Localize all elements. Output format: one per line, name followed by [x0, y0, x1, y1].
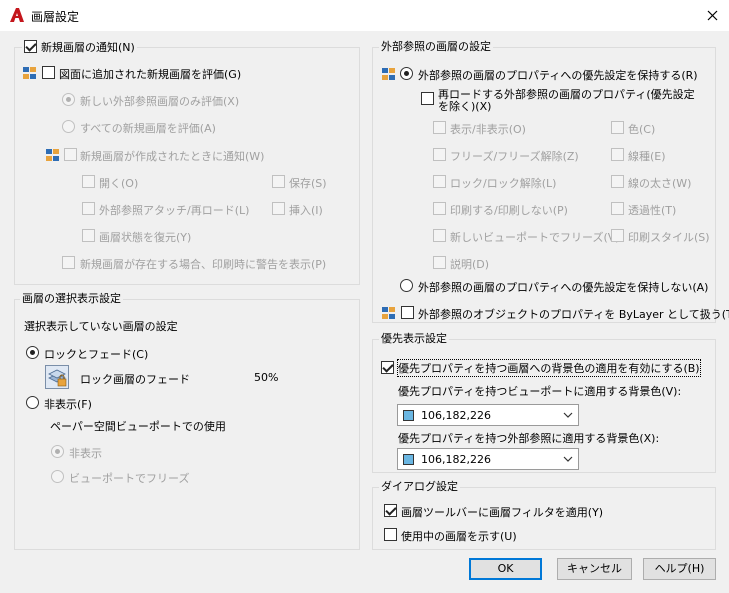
warn-on-plot-checkbox[interactable] — [62, 256, 75, 269]
xref-retain-icon — [382, 68, 395, 80]
attach-reload-checkbox[interactable] — [82, 202, 95, 215]
bylayer-icon — [382, 307, 395, 319]
apply-filter-label: 画層ツールバーに画層フィルタを適用(Y) — [401, 506, 604, 519]
retain-overrides-radio[interactable] — [400, 67, 413, 80]
restore-state-label: 画層状態を復元(Y) — [99, 231, 192, 244]
layer-fade-icon — [45, 365, 69, 389]
xref-prop-right-4-label: 印刷スタイル(S) — [628, 231, 710, 244]
xref-prop-left-3-label: 印刷する/印刷しない(P) — [450, 204, 568, 217]
xref-prop-right-2-checkbox[interactable] — [611, 175, 624, 188]
notify-created-label: 新規画層が作成されたときに通知(W) — [80, 150, 265, 163]
xref-prop-right-2-label: 線の太さ(W) — [628, 177, 692, 190]
bylayer-checkbox[interactable] — [401, 306, 414, 319]
new-layer-notify-header[interactable]: 新規画層の通知(N) — [22, 40, 137, 54]
hide-radio[interactable] — [26, 396, 39, 409]
except-reload-checkbox[interactable] — [421, 92, 434, 105]
xref-prop-left-2-checkbox[interactable] — [433, 175, 446, 188]
xref-prop-left-5-label: 説明(D) — [450, 258, 490, 271]
xref-prop-right-1-label: 線種(E) — [628, 150, 666, 163]
xref-prop-right-0-label: 色(C) — [628, 123, 656, 136]
xref-only-label: 新しい外部参照画層のみ評価(X) — [80, 95, 240, 108]
xref-prop-right-1-checkbox[interactable] — [611, 148, 624, 161]
enable-bg-label: 優先プロパティを持つ画層への背景色の適用を有効にする(B) — [397, 359, 701, 377]
title-bar: 画層設定 — [0, 0, 729, 31]
xref-bg-value: 106,182,226 — [421, 453, 491, 466]
cancel-button[interactable]: キャンセル — [557, 558, 632, 580]
show-in-use-checkbox[interactable] — [384, 528, 397, 541]
open-label: 開く(O) — [99, 177, 139, 190]
save-label: 保存(S) — [289, 177, 327, 190]
xref-bg-swatch — [403, 454, 414, 465]
xref-only-radio[interactable] — [62, 93, 75, 106]
xref-prop-left-4-checkbox[interactable] — [433, 229, 446, 242]
lock-fade-radio[interactable] — [26, 346, 39, 359]
xref-group-title: 外部参照の画層の設定 — [379, 40, 493, 53]
close-icon[interactable] — [700, 5, 724, 25]
ps-hide-radio[interactable] — [51, 445, 64, 458]
insert-checkbox[interactable] — [272, 202, 285, 215]
chevron-down-icon — [563, 412, 573, 418]
isolate-subtitle: 選択表示していない画層の設定 — [24, 320, 178, 333]
bylayer-label: 外部参照のオブジェクトのプロパティを ByLayer として扱う(T) — [418, 308, 729, 321]
fade-value[interactable]: 50% — [254, 371, 278, 384]
except-reload-label-2: を除く)(X) — [438, 100, 492, 113]
xref-bg-dropdown[interactable]: 106,182,226 — [397, 448, 579, 470]
ps-freeze-radio[interactable] — [51, 470, 64, 483]
evaluate-new-layers-checkbox[interactable] — [42, 66, 55, 79]
all-new-radio[interactable] — [62, 120, 75, 133]
warn-on-plot-label: 新規画層が存在する場合、印刷時に警告を表示(P) — [80, 258, 327, 271]
chevron-down-icon — [563, 456, 573, 462]
restore-state-checkbox[interactable] — [82, 229, 95, 242]
ps-hide-label: 非表示 — [69, 447, 102, 460]
insert-label: 挿入(I) — [289, 204, 323, 217]
new-layer-notify-checkbox[interactable] — [24, 40, 37, 53]
dialog-group-title: ダイアログ設定 — [379, 480, 460, 493]
new-layer-notify-label: 新規画層の通知(N) — [41, 41, 135, 54]
window-title: 画層設定 — [31, 10, 80, 24]
xref-prop-right-3-label: 透過性(T) — [628, 204, 677, 217]
evaluate-new-layers-label: 図面に追加された新規画層を評価(G) — [59, 68, 242, 81]
all-new-label: すべての新規画層を評価(A) — [80, 122, 216, 135]
viewport-bg-dropdown[interactable]: 106,182,226 — [397, 404, 579, 426]
notify-created-checkbox[interactable] — [64, 148, 77, 161]
xref-prop-right-0-checkbox[interactable] — [611, 121, 624, 134]
open-checkbox[interactable] — [82, 175, 95, 188]
viewport-bg-value: 106,182,226 — [421, 409, 491, 422]
retain-overrides-label: 外部参照の画層のプロパティへの優先設定を保持する(R) — [418, 69, 698, 82]
fade-label: ロック画層のフェード — [80, 373, 190, 386]
viewport-bg-label: 優先プロパティを持つビューポートに適用する背景色(V): — [398, 385, 682, 398]
enable-bg-checkbox[interactable] — [381, 361, 394, 374]
override-group-title: 優先表示設定 — [379, 332, 449, 345]
no-retain-label: 外部参照の画層のプロパティへの優先設定を保持しない(A) — [418, 281, 709, 294]
attach-reload-label: 外部参照アタッチ/再ロード(L) — [99, 204, 250, 217]
ps-freeze-label: ビューポートでフリーズ — [69, 472, 190, 485]
apply-filter-checkbox[interactable] — [384, 504, 397, 517]
lock-fade-label: ロックとフェード(C) — [44, 348, 149, 361]
xref-prop-left-0-label: 表示/非表示(O) — [450, 123, 526, 136]
hide-label: 非表示(F) — [44, 398, 92, 411]
xref-prop-left-3-checkbox[interactable] — [433, 202, 446, 215]
layer-notify-icon — [23, 67, 36, 79]
xref-prop-left-0-checkbox[interactable] — [433, 121, 446, 134]
xref-prop-left-4-label: 新しいビューポートでフリーズ(V) — [450, 231, 620, 244]
paper-space-label: ペーパー空間ビューポートでの使用 — [50, 420, 226, 433]
new-layer-notify-group — [14, 47, 360, 285]
autocad-app-icon — [10, 8, 24, 22]
xref-prop-left-1-label: フリーズ/フリーズ解除(Z) — [450, 150, 579, 163]
viewport-bg-swatch — [403, 410, 414, 421]
help-button[interactable]: ヘルプ(H) — [643, 558, 716, 580]
isolate-group-title: 画層の選択表示設定 — [20, 292, 123, 305]
xref-prop-left-5-checkbox[interactable] — [433, 256, 446, 269]
notify-created-icon — [46, 149, 59, 161]
xref-prop-left-2-label: ロック/ロック解除(L) — [450, 177, 557, 190]
xref-prop-right-3-checkbox[interactable] — [611, 202, 624, 215]
show-in-use-label: 使用中の画層を示す(U) — [401, 530, 517, 543]
xref-prop-right-4-checkbox[interactable] — [611, 229, 624, 242]
save-checkbox[interactable] — [272, 175, 285, 188]
xref-prop-left-1-checkbox[interactable] — [433, 148, 446, 161]
no-retain-radio[interactable] — [400, 279, 413, 292]
ok-button[interactable]: OK — [469, 558, 542, 580]
xref-bg-label: 優先プロパティを持つ外部参照に適用する背景色(X): — [398, 432, 660, 445]
